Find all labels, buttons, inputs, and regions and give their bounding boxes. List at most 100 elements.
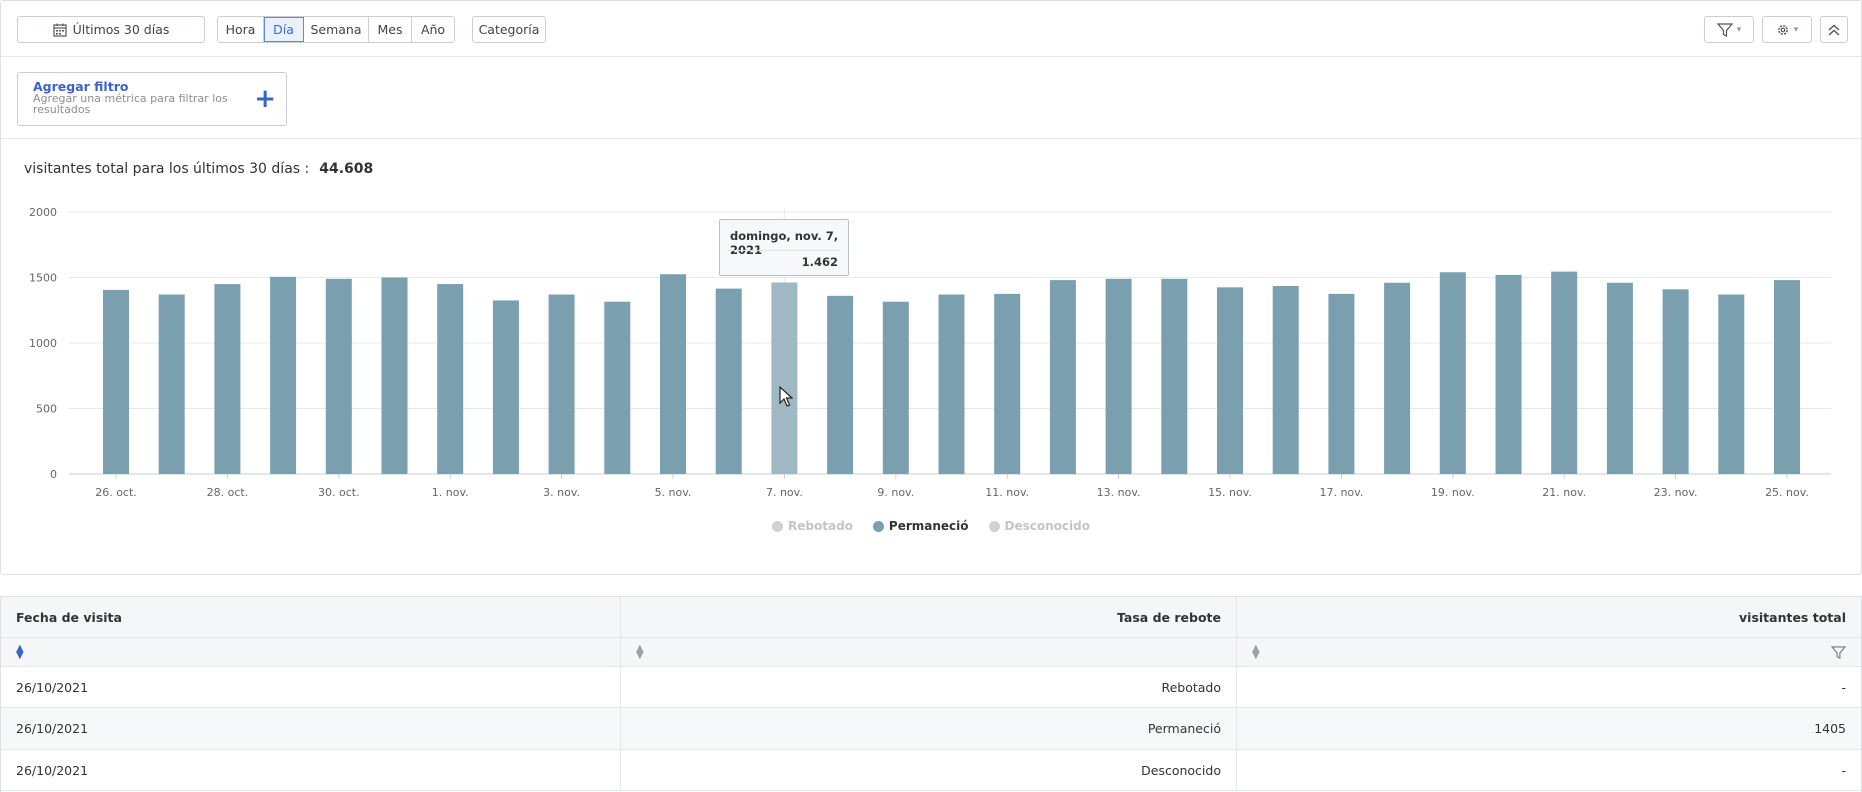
y-tick-label: 1000 xyxy=(29,337,57,350)
bar-7-nov[interactable] xyxy=(771,282,798,474)
bar-19-nov[interactable] xyxy=(1439,272,1466,474)
bar-17-nov[interactable] xyxy=(1328,293,1355,474)
y-tick-label: 1500 xyxy=(29,272,57,285)
bar-28-oct[interactable] xyxy=(214,284,241,474)
bar-20-nov[interactable] xyxy=(1495,274,1522,474)
bar-2-nov[interactable] xyxy=(492,300,519,474)
x-tick-label: 9. nov. xyxy=(877,486,914,496)
category-button[interactable]: Categoría xyxy=(472,16,546,43)
summary-value: 44.608 xyxy=(319,161,374,177)
date-range-button[interactable]: Últimos 30 días xyxy=(17,16,205,43)
bar-3-nov[interactable] xyxy=(548,294,575,474)
filter-icon xyxy=(1716,22,1733,37)
x-tick-label: 28. oct. xyxy=(207,486,249,496)
legend-label: Permaneció xyxy=(888,519,969,533)
toolbar: Últimos 30 días Hora Día Semana Mes Año … xyxy=(1,1,1861,57)
sort-icon[interactable]: ▲ ▼ xyxy=(1252,644,1260,661)
period-day[interactable]: Día xyxy=(264,17,304,42)
legend-dot xyxy=(772,520,784,532)
bar-21-nov[interactable] xyxy=(1551,271,1578,474)
bar-4-nov[interactable] xyxy=(604,301,631,474)
legend-dot xyxy=(988,520,1000,532)
filter-icon[interactable] xyxy=(1831,645,1846,659)
table-row: 26/10/2021 Desconocido - xyxy=(1,750,1861,791)
bar-24-nov[interactable] xyxy=(1718,294,1745,474)
bar-1-nov[interactable] xyxy=(437,284,464,474)
table-sort-row: ▲ ▼ ▲ ▼ ▲ ▼ xyxy=(1,638,1861,667)
cell-date: 26/10/2021 xyxy=(1,708,621,749)
bar-15-nov[interactable] xyxy=(1217,287,1243,474)
column-header-date[interactable]: Fecha de visita xyxy=(1,597,621,637)
bar-14-nov[interactable] xyxy=(1161,278,1188,474)
x-tick-label: 30. oct. xyxy=(318,486,360,496)
x-tick-label: 13. nov. xyxy=(1097,486,1141,496)
y-tick-label: 500 xyxy=(36,403,57,416)
y-tick-label: 2000 xyxy=(29,206,57,219)
x-tick-label: 1. nov. xyxy=(432,486,469,496)
filter-bar: Agregar filtro Agregar una métrica para … xyxy=(1,57,1861,139)
bar-8-nov[interactable] xyxy=(827,295,854,474)
cell-bounce-rate: Rebotado xyxy=(621,667,1237,707)
gear-icon xyxy=(1777,24,1788,35)
period-selector: Hora Día Semana Mes Año xyxy=(217,16,455,43)
sort-icon[interactable]: ▲ ▼ xyxy=(636,644,644,661)
bar-27-oct[interactable] xyxy=(158,294,185,474)
bar-30-oct[interactable] xyxy=(325,278,352,474)
bar-23-nov[interactable] xyxy=(1662,289,1689,474)
x-tick-label: 17. nov. xyxy=(1319,486,1363,496)
chart-summary: visitantes total para los últimos 30 día… xyxy=(24,161,373,177)
x-tick-label: 3. nov. xyxy=(543,486,580,496)
bar-12-nov[interactable] xyxy=(1049,280,1076,474)
sort-icon[interactable]: ▲ ▼ xyxy=(16,644,24,661)
bar-22-nov[interactable] xyxy=(1606,282,1633,474)
mouse-cursor-icon xyxy=(779,386,793,407)
bar-26-oct[interactable] xyxy=(103,289,129,474)
bar-6-nov[interactable] xyxy=(715,288,742,474)
legend-label: Rebotado xyxy=(788,519,853,533)
x-tick-label: 23. nov. xyxy=(1654,486,1698,496)
filter-menu-button[interactable]: ▾ xyxy=(1704,16,1754,43)
bar-18-nov[interactable] xyxy=(1384,282,1411,474)
chevron-down-icon: ▾ xyxy=(1736,24,1742,35)
settings-menu-button[interactable]: ▾ xyxy=(1762,16,1812,43)
bar-9-nov[interactable] xyxy=(882,301,909,474)
tooltip-value: 1.462 xyxy=(801,255,838,269)
bar-11-nov[interactable] xyxy=(994,293,1021,474)
add-filter-button[interactable]: Agregar filtro Agregar una métrica para … xyxy=(17,72,287,126)
x-tick-label: 11. nov. xyxy=(985,486,1029,496)
double-chevron-up-icon xyxy=(1828,24,1840,36)
bar-13-nov[interactable] xyxy=(1105,278,1132,474)
plus-icon: + xyxy=(254,84,276,114)
y-tick-label: 0 xyxy=(50,468,57,481)
bar-10-nov[interactable] xyxy=(938,294,965,474)
cell-visitors: 1405 xyxy=(1814,721,1846,736)
legend-item-rebotado[interactable]: Rebotado xyxy=(772,519,853,533)
x-tick-label: 7. nov. xyxy=(766,486,803,496)
legend-item-permanecio[interactable]: Permaneció xyxy=(872,519,969,533)
legend-item-desconocido[interactable]: Desconocido xyxy=(988,519,1090,533)
data-table: Fecha de visita Tasa de rebote visitante… xyxy=(0,596,1862,792)
period-hour[interactable]: Hora xyxy=(218,17,264,42)
chevron-down-icon: ▾ xyxy=(1793,24,1799,35)
sort-cell: ▲ ▼ xyxy=(1,638,621,666)
bar-29-oct[interactable] xyxy=(270,276,297,474)
calendar-icon xyxy=(53,23,67,37)
bar-5-nov[interactable] xyxy=(660,274,686,474)
visitors-bar-chart: 0 500 1000 1500 2000 26. oct. 28. oct. 30. oct… xyxy=(29,206,1831,496)
column-header-visitors[interactable]: visitantes total xyxy=(1237,597,1861,637)
chart-panel: Últimos 30 días Hora Día Semana Mes Año … xyxy=(0,0,1862,575)
sort-cell: ▲ ▼ xyxy=(1237,638,1861,666)
period-week[interactable]: Semana xyxy=(304,17,369,42)
cell-visitors: - xyxy=(1841,762,1846,778)
collapse-button[interactable] xyxy=(1820,16,1848,43)
bar-16-nov[interactable] xyxy=(1272,286,1299,474)
legend-label: Desconocido xyxy=(1004,519,1090,533)
chart-legend: Rebotado Permaneció Desconocido xyxy=(1,519,1861,533)
period-year[interactable]: Año xyxy=(412,17,454,42)
bar-25-nov[interactable] xyxy=(1774,280,1800,474)
period-month[interactable]: Mes xyxy=(369,17,412,42)
cell-date: 26/10/2021 xyxy=(1,667,621,707)
column-header-bounce-rate[interactable]: Tasa de rebote xyxy=(621,597,1237,637)
bar-31-oct[interactable] xyxy=(381,277,408,475)
sort-cell: ▲ ▼ xyxy=(621,638,1237,666)
